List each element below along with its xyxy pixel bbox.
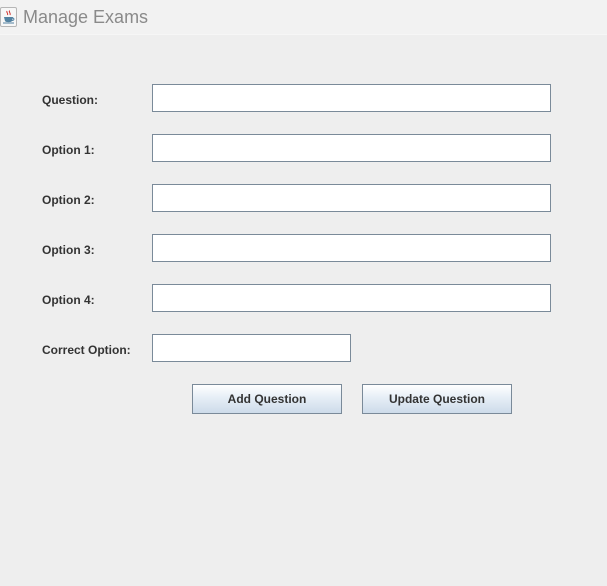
- option-3-input[interactable]: [152, 234, 551, 262]
- title-bar: Manage Exams: [0, 0, 607, 35]
- add-question-button[interactable]: Add Question: [192, 384, 342, 414]
- question-label: Question:: [42, 93, 98, 107]
- option-1-input[interactable]: [152, 134, 551, 162]
- java-coffee-cup-icon: [0, 7, 17, 27]
- option-1-label: Option 1:: [42, 143, 95, 157]
- option-3-label: Option 3:: [42, 243, 95, 257]
- manage-exams-window: Manage Exams Question: Option 1: Option …: [0, 0, 607, 586]
- option-2-input[interactable]: [152, 184, 551, 212]
- update-question-button[interactable]: Update Question: [362, 384, 512, 414]
- correct-option-label: Correct Option:: [42, 343, 131, 357]
- window-title: Manage Exams: [23, 7, 149, 27]
- option-2-label: Option 2:: [42, 193, 95, 207]
- option-4-input[interactable]: [152, 284, 551, 312]
- option-4-label: Option 4:: [42, 293, 95, 307]
- question-input[interactable]: [152, 84, 551, 112]
- correct-option-input[interactable]: [152, 334, 351, 362]
